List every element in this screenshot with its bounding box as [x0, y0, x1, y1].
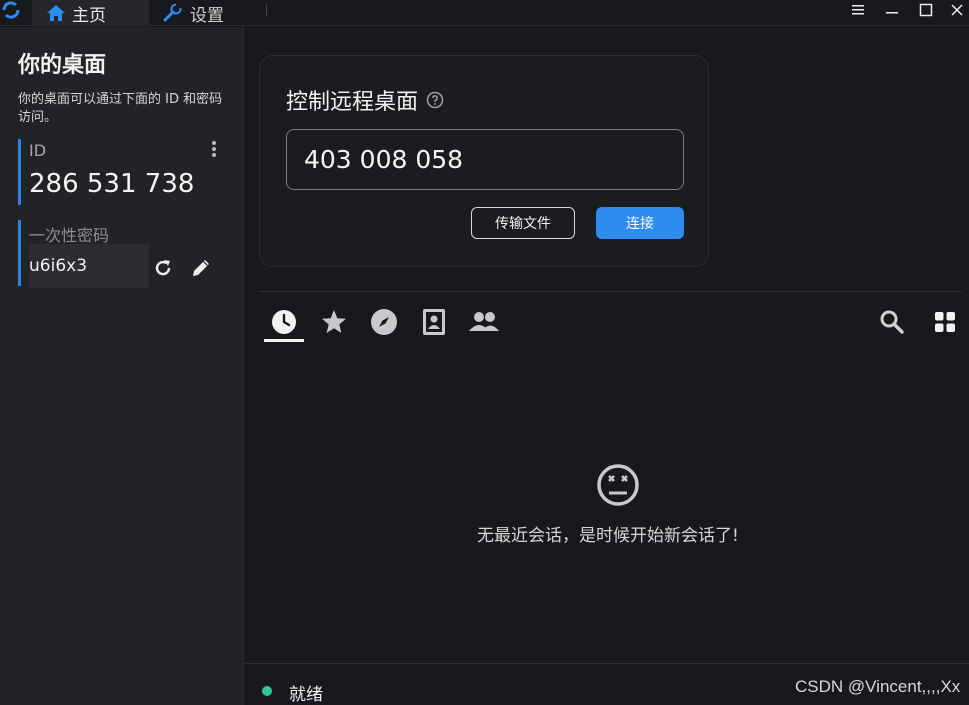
remote-id-input[interactable]: 403 008 058 [286, 129, 684, 190]
password-value[interactable]: u6i6x3 [29, 244, 149, 288]
compass-icon [371, 309, 397, 335]
id-value[interactable]: 286 531 738 [29, 169, 194, 199]
tab-separator [266, 4, 267, 16]
tab-favorites[interactable] [318, 306, 350, 338]
connect-title: 控制远程桌面 [286, 90, 419, 115]
minimize-button[interactable] [877, 0, 907, 20]
tab-settings-label: 设置 [190, 5, 224, 26]
tab-home-label: 主页 [72, 5, 106, 26]
left-panel: 你的桌面 你的桌面可以通过下面的 ID 和密码访问。 ID 286 531 73… [0, 27, 244, 705]
history-icon [272, 310, 296, 334]
more-vertical-icon[interactable] [207, 139, 221, 161]
star-icon [322, 310, 346, 333]
menu-button[interactable] [843, 0, 873, 20]
status-indicator [262, 686, 272, 696]
id-section: ID 286 531 738 [18, 139, 228, 205]
grid-view-icon [935, 312, 955, 332]
id-label: ID [29, 141, 47, 160]
empty-state-message: 无最近会话，是时候开始新会话了! [477, 526, 739, 546]
app-logo-icon [2, 1, 20, 19]
connect-button[interactable]: 连接 [596, 207, 684, 239]
close-icon [951, 4, 963, 16]
wrench-icon [163, 3, 182, 22]
help-icon[interactable] [426, 91, 444, 109]
section-divider [259, 291, 962, 292]
password-section: 一次性密码 u6i6x3 [18, 220, 228, 288]
search-button[interactable] [876, 306, 908, 338]
left-panel-title: 你的桌面 [18, 53, 107, 78]
grid-view-button[interactable] [929, 306, 961, 338]
tab-discovered[interactable] [368, 306, 400, 338]
tab-group[interactable] [468, 306, 500, 338]
menu-icon [852, 5, 864, 15]
home-icon [47, 5, 65, 21]
left-panel-description: 你的桌面可以通过下面的 ID 和密码访问。 [18, 92, 223, 125]
maximize-button[interactable] [911, 0, 941, 20]
tab-recent-sessions[interactable] [268, 306, 300, 338]
status-text: 就绪 [289, 685, 323, 705]
search-icon [880, 310, 904, 334]
refresh-icon[interactable] [151, 256, 175, 280]
connect-card: 控制远程桌面 403 008 058 传输文件 连接 [259, 55, 709, 267]
tab-settings[interactable]: 设置 [160, 0, 260, 26]
tab-address-book[interactable] [418, 306, 450, 338]
tab-home[interactable]: 主页 [32, 0, 149, 26]
watermark-text: CSDN @Vincent,,,,Xx [795, 677, 961, 696]
transfer-file-button[interactable]: 传输文件 [471, 207, 575, 239]
sad-face-icon [597, 464, 639, 506]
people-icon [469, 312, 499, 331]
minimize-icon [886, 12, 898, 14]
connect-title-row: 控制远程桌面 [286, 84, 444, 116]
maximize-icon [919, 3, 933, 17]
title-bar: 主页 设置 [0, 0, 969, 26]
active-tab-indicator [264, 339, 304, 342]
edit-icon[interactable] [189, 256, 213, 280]
address-book-icon [423, 309, 445, 335]
password-label: 一次性密码 [29, 226, 110, 245]
close-button[interactable] [942, 0, 969, 20]
